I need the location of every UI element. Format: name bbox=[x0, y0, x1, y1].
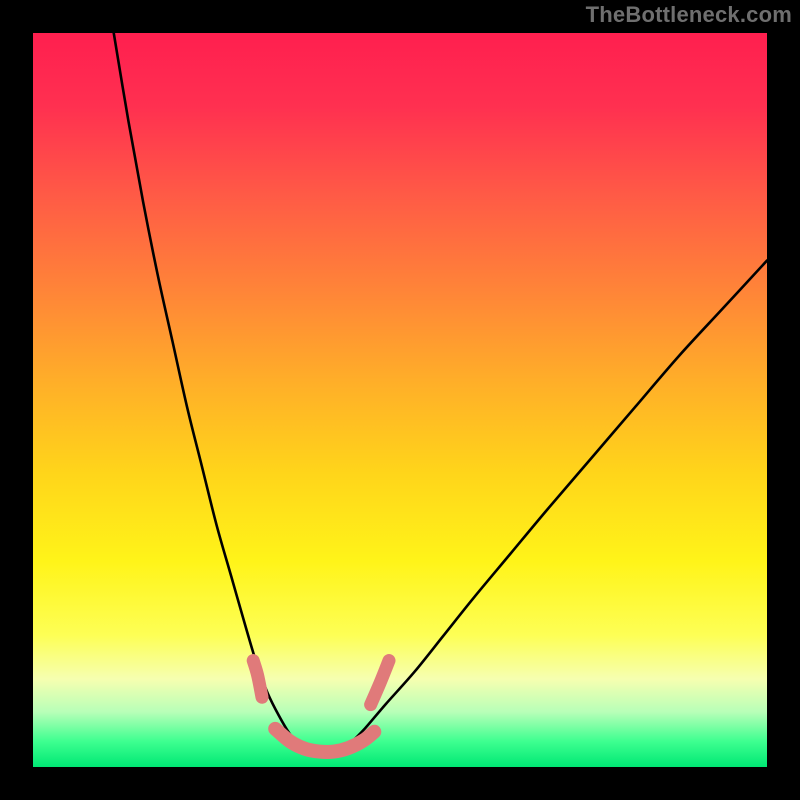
chart-svg bbox=[33, 33, 767, 767]
watermark-label: TheBottleneck.com bbox=[586, 2, 792, 28]
chart-frame: TheBottleneck.com bbox=[0, 0, 800, 800]
gradient-background bbox=[33, 33, 767, 767]
series-left-marker-cluster bbox=[253, 661, 262, 698]
plot-area bbox=[33, 33, 767, 767]
